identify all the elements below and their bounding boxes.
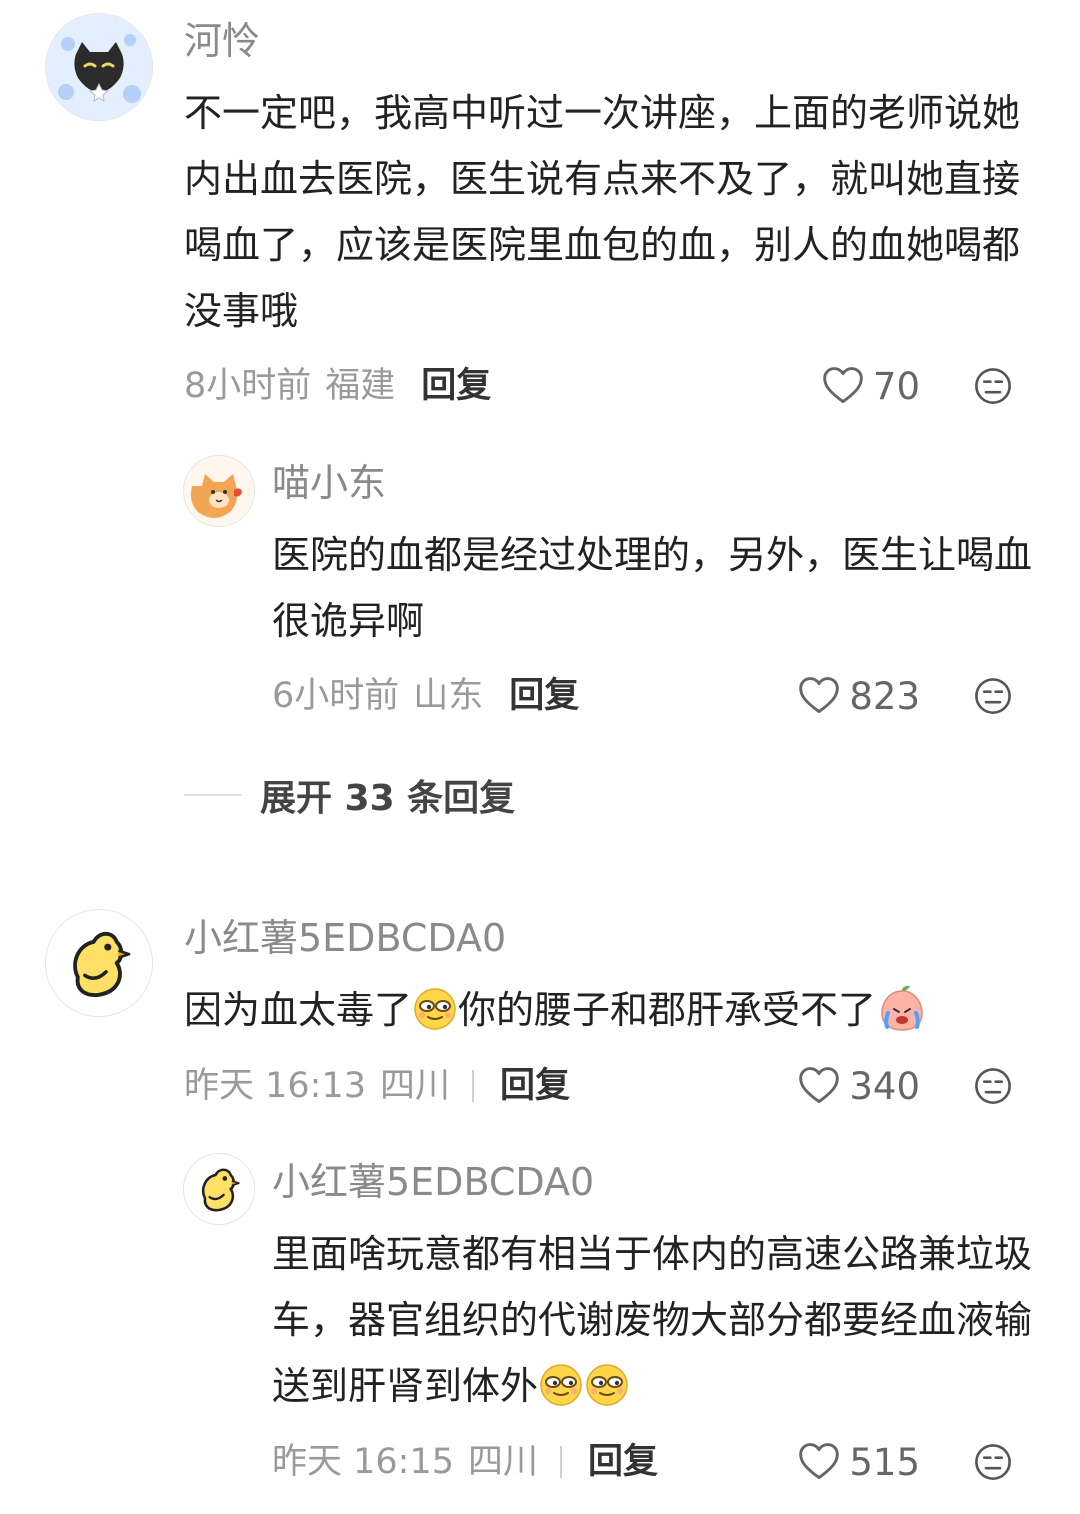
comment-location: 四川 xyxy=(380,1066,451,1106)
smug-face-emoji xyxy=(585,1363,629,1407)
user-avatar[interactable] xyxy=(45,909,153,1017)
dislike-face-icon[interactable] xyxy=(972,365,1014,407)
reply-meta: 6小时前 山东 回复 xyxy=(272,674,579,718)
like-count: 70 xyxy=(872,364,920,408)
yellow-chick-avatar-icon xyxy=(184,1154,254,1224)
reply-text[interactable]: 医院的血都是经过处理的，另外，医生让喝血很诡异啊 xyxy=(272,522,1042,654)
meta-divider xyxy=(472,1070,475,1102)
dislike-face-icon[interactable] xyxy=(972,675,1014,717)
comment-text[interactable]: 因为血太毒了 你的腰子和郡肝承受不了 xyxy=(184,977,1034,1043)
like-button[interactable]: 340 xyxy=(797,1064,920,1108)
like-count: 340 xyxy=(849,1064,920,1108)
reply-button[interactable]: 回复 xyxy=(421,364,491,408)
reply-avatar[interactable] xyxy=(183,455,255,527)
reply-time: 昨天 16:15 xyxy=(272,1442,454,1482)
reply-location: 四川 xyxy=(468,1442,539,1482)
comment-location: 福建 xyxy=(325,366,396,406)
reply-username[interactable]: 小红薯5EDBCDA0 xyxy=(272,1159,594,1205)
heart-icon xyxy=(821,364,865,408)
comment-time: 昨天 16:13 xyxy=(184,1066,366,1106)
comment-text-part: 你的腰子和郡肝承受不了 xyxy=(458,988,877,1032)
orange-cat-avatar-icon xyxy=(184,456,254,526)
comment-username[interactable]: 小红薯5EDBCDA0 xyxy=(184,915,506,961)
reply-username[interactable]: 喵小东 xyxy=(272,460,386,506)
dislike-face-icon[interactable] xyxy=(972,1441,1014,1483)
smug-face-emoji xyxy=(413,987,457,1031)
yellow-chick-avatar-icon xyxy=(46,910,152,1016)
comment-username[interactable]: 河怜 xyxy=(184,18,260,64)
reply-button[interactable]: 回复 xyxy=(588,1440,658,1484)
reply-location: 山东 xyxy=(413,676,484,716)
reply-text[interactable]: 里面啥玩意都有相当于体内的高速公路兼垃圾车，器官组织的代谢废物大部分都要经血液输… xyxy=(272,1221,1042,1419)
heart-icon xyxy=(797,1440,841,1484)
expand-replies-button[interactable]: 展开 33 条回复 xyxy=(184,772,516,819)
heart-icon xyxy=(797,1064,841,1108)
comment-text[interactable]: 不一定吧，我高中听过一次讲座，上面的老师说她内出血去医院，医生说有点来不及了，就… xyxy=(184,80,1034,344)
like-count: 515 xyxy=(849,1440,920,1484)
reply-avatar[interactable] xyxy=(183,1153,255,1225)
smug-face-emoji xyxy=(539,1363,583,1407)
comment-meta: 8小时前 福建 回复 xyxy=(184,364,491,408)
reply-button[interactable]: 回复 xyxy=(509,674,579,718)
user-avatar[interactable] xyxy=(45,13,153,121)
comment-text-part: 因为血太毒了 xyxy=(184,988,413,1032)
like-button[interactable]: 70 xyxy=(821,364,920,408)
meta-divider xyxy=(560,1446,563,1478)
reply-meta: 昨天 16:15 四川 回复 xyxy=(272,1440,658,1484)
like-button[interactable]: 515 xyxy=(797,1440,920,1484)
black-cat-avatar-icon xyxy=(46,14,152,120)
reply-text-content: 里面啥玩意都有相当于体内的高速公路兼垃圾车，器官组织的代谢废物大部分都要经血液输… xyxy=(272,1232,1033,1408)
comment-time: 8小时前 xyxy=(184,366,312,406)
dislike-face-icon[interactable] xyxy=(972,1065,1014,1107)
like-count: 823 xyxy=(849,674,920,718)
heart-icon xyxy=(797,674,841,718)
like-button[interactable]: 823 xyxy=(797,674,920,718)
expand-divider xyxy=(184,794,242,796)
reply-button[interactable]: 回复 xyxy=(500,1064,570,1108)
reply-time: 6小时前 xyxy=(272,676,400,716)
crying-peach-emoji xyxy=(877,983,927,1033)
comment-meta: 昨天 16:13 四川 回复 xyxy=(184,1064,570,1108)
expand-replies-label: 展开 33 条回复 xyxy=(260,778,516,819)
